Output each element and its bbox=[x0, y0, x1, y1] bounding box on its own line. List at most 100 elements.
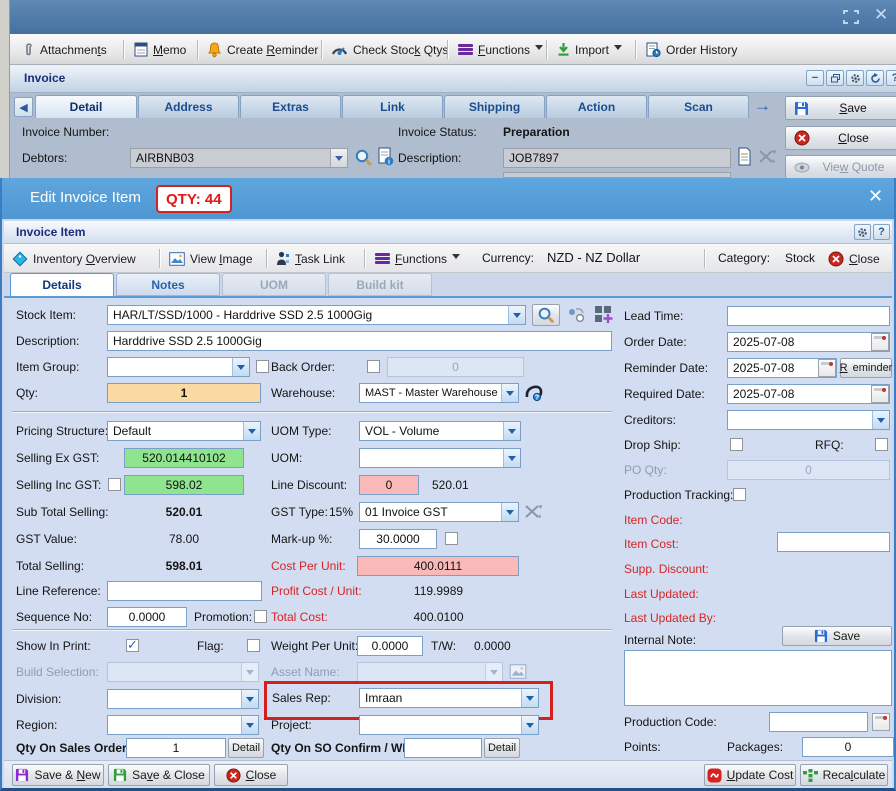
tab-extras[interactable]: Extras bbox=[240, 95, 341, 118]
gst-type-select[interactable]: 01 Invoice GST bbox=[359, 502, 519, 522]
dialog-close-button[interactable]: Close bbox=[214, 764, 288, 786]
lead-time-input[interactable] bbox=[727, 306, 890, 326]
tab-shipping[interactable]: Shipping bbox=[444, 95, 545, 118]
check-stock-qtys-button[interactable]: Check Stock Qtys bbox=[331, 39, 448, 60]
debtor-info-icon[interactable]: i bbox=[378, 147, 394, 167]
help-button[interactable]: ? bbox=[873, 224, 890, 240]
region-select[interactable] bbox=[107, 715, 259, 735]
update-cost-button[interactable]: Update Cost bbox=[704, 764, 796, 786]
qty-so-confirm-detail-button[interactable]: Detail bbox=[484, 738, 520, 758]
cost-per-unit-input[interactable]: 400.0111 bbox=[357, 556, 519, 576]
help-panel-button[interactable]: ? bbox=[886, 70, 896, 86]
view-quote-button[interactable]: View Quote bbox=[785, 155, 896, 179]
memo-button[interactable]: Memo bbox=[134, 39, 186, 60]
reminder-button[interactable]: Reminder bbox=[840, 358, 892, 378]
project-select[interactable] bbox=[359, 715, 539, 735]
item-functions-menu-button[interactable]: Functions bbox=[375, 248, 460, 269]
import-menu-button[interactable]: Import bbox=[557, 39, 622, 60]
order-date-input[interactable]: 2025-07-08 bbox=[727, 332, 890, 352]
settings-panel-button[interactable] bbox=[846, 70, 864, 86]
view-image-button[interactable]: View Image bbox=[169, 248, 253, 269]
add-blocks-icon[interactable] bbox=[594, 305, 614, 325]
packages-input[interactable]: 0 bbox=[802, 737, 894, 757]
invoice-description-input[interactable]: JOB7897 bbox=[503, 148, 731, 168]
settings-button[interactable] bbox=[854, 224, 871, 240]
item-group-checkbox[interactable] bbox=[256, 360, 269, 373]
tab-scroll-left-button[interactable]: ◀ bbox=[14, 97, 33, 117]
qty-so-detail-button[interactable]: Detail bbox=[228, 738, 264, 758]
create-reminder-button[interactable]: Create Reminder bbox=[207, 39, 318, 60]
selling-ex-gst-input[interactable]: 520.014410102 bbox=[124, 448, 244, 468]
promotion-checkbox[interactable] bbox=[254, 610, 267, 623]
calendar-icon[interactable] bbox=[871, 385, 889, 403]
calendar-icon[interactable] bbox=[818, 359, 836, 377]
tab-notes[interactable]: Notes bbox=[116, 273, 220, 296]
close-window-icon[interactable]: ✕ bbox=[874, 5, 888, 25]
tab-details[interactable]: Details bbox=[10, 273, 114, 296]
item-group-select[interactable] bbox=[107, 357, 250, 377]
division-select[interactable] bbox=[107, 689, 259, 709]
qty-input[interactable]: 1 bbox=[107, 383, 261, 403]
tab-action[interactable]: Action bbox=[546, 95, 647, 118]
swap-item-icon[interactable] bbox=[566, 307, 588, 323]
rfq-checkbox[interactable] bbox=[875, 438, 888, 451]
flag-checkbox[interactable] bbox=[247, 639, 260, 652]
minimize-panel-button[interactable]: − bbox=[806, 70, 824, 86]
show-in-print-checkbox[interactable] bbox=[126, 639, 139, 652]
restore-panel-button[interactable] bbox=[826, 70, 844, 86]
qty-on-sales-orders-input[interactable]: 1 bbox=[126, 738, 226, 758]
functions-menu-button[interactable]: Functions bbox=[458, 39, 543, 60]
weight-per-unit-input[interactable]: 0.0000 bbox=[357, 636, 423, 656]
tab-scan[interactable]: Scan bbox=[648, 95, 749, 118]
markup-input[interactable]: 30.0000 bbox=[359, 529, 437, 549]
creditors-select[interactable] bbox=[727, 410, 890, 430]
gst-crossed-arrows-icon[interactable] bbox=[524, 504, 542, 520]
production-code-input[interactable] bbox=[769, 712, 868, 732]
uom-type-select[interactable]: VOL - Volume bbox=[359, 421, 521, 441]
stock-item-select[interactable]: HAR/LT/SSD/1000 - Harddrive SSD 2.5 1000… bbox=[107, 305, 526, 325]
tab-scroll-right-icon[interactable]: → bbox=[754, 96, 771, 116]
sequence-no-input[interactable]: 0.0000 bbox=[107, 607, 187, 627]
stock-search-button[interactable] bbox=[532, 304, 560, 326]
internal-note-textarea[interactable] bbox=[624, 650, 892, 706]
selling-inc-gst-input[interactable]: 598.02 bbox=[124, 475, 244, 495]
selling-inc-gst-checkbox[interactable] bbox=[108, 478, 121, 491]
dialog-close-icon[interactable]: ✕ bbox=[868, 186, 883, 207]
recalculate-button[interactable]: Recalculate bbox=[800, 764, 888, 786]
search-debtor-icon[interactable] bbox=[354, 148, 373, 167]
attachments-button[interactable]: Attachments bbox=[20, 39, 107, 60]
item-close-button[interactable]: Close bbox=[828, 248, 880, 269]
task-link-button[interactable]: Task Link bbox=[276, 248, 345, 269]
line-reference-input[interactable] bbox=[107, 581, 262, 601]
internal-note-save-button[interactable]: Save bbox=[782, 626, 892, 646]
tab-uom[interactable]: UOM bbox=[222, 273, 326, 296]
line-discount-input[interactable]: 0 bbox=[359, 475, 419, 495]
tab-link[interactable]: Link bbox=[342, 95, 443, 118]
item-description-input[interactable]: Harddrive SSD 2.5 1000Gig bbox=[107, 331, 612, 351]
calendar-icon[interactable] bbox=[871, 333, 889, 351]
debtors-select[interactable]: AIRBNB03 bbox=[130, 148, 348, 168]
sales-rep-select[interactable]: Imraan bbox=[359, 688, 539, 708]
crossed-arrows-icon[interactable] bbox=[758, 149, 776, 165]
save-and-new-button[interactable]: Save & New bbox=[12, 764, 104, 786]
save-and-close-button[interactable]: Save & Close bbox=[108, 764, 210, 786]
invoice-save-button[interactable]: Save bbox=[785, 96, 896, 120]
refresh-panel-button[interactable] bbox=[866, 70, 884, 86]
warehouse-edit-icon[interactable]: ? bbox=[524, 383, 544, 403]
back-order-checkbox[interactable] bbox=[367, 360, 380, 373]
item-cost-input[interactable] bbox=[777, 532, 890, 552]
order-history-button[interactable]: Order History bbox=[646, 39, 737, 60]
required-date-input[interactable]: 2025-07-08 bbox=[727, 384, 890, 404]
invoice-close-button[interactable]: Close bbox=[785, 126, 896, 150]
tab-address[interactable]: Address bbox=[138, 95, 239, 118]
uom-select[interactable] bbox=[359, 448, 521, 468]
calendar-icon[interactable] bbox=[872, 713, 890, 731]
copy-note-icon[interactable] bbox=[737, 147, 752, 167]
production-tracking-checkbox[interactable] bbox=[733, 488, 746, 501]
markup-checkbox[interactable] bbox=[445, 532, 458, 545]
pricing-structure-select[interactable]: Default bbox=[107, 421, 261, 441]
warehouse-select[interactable]: MAST - Master Warehouse bbox=[359, 383, 519, 403]
qty-on-so-confirm-input[interactable] bbox=[404, 738, 482, 758]
restore-window-icon[interactable] bbox=[843, 10, 859, 24]
tab-build-kit[interactable]: Build kit bbox=[328, 273, 432, 296]
